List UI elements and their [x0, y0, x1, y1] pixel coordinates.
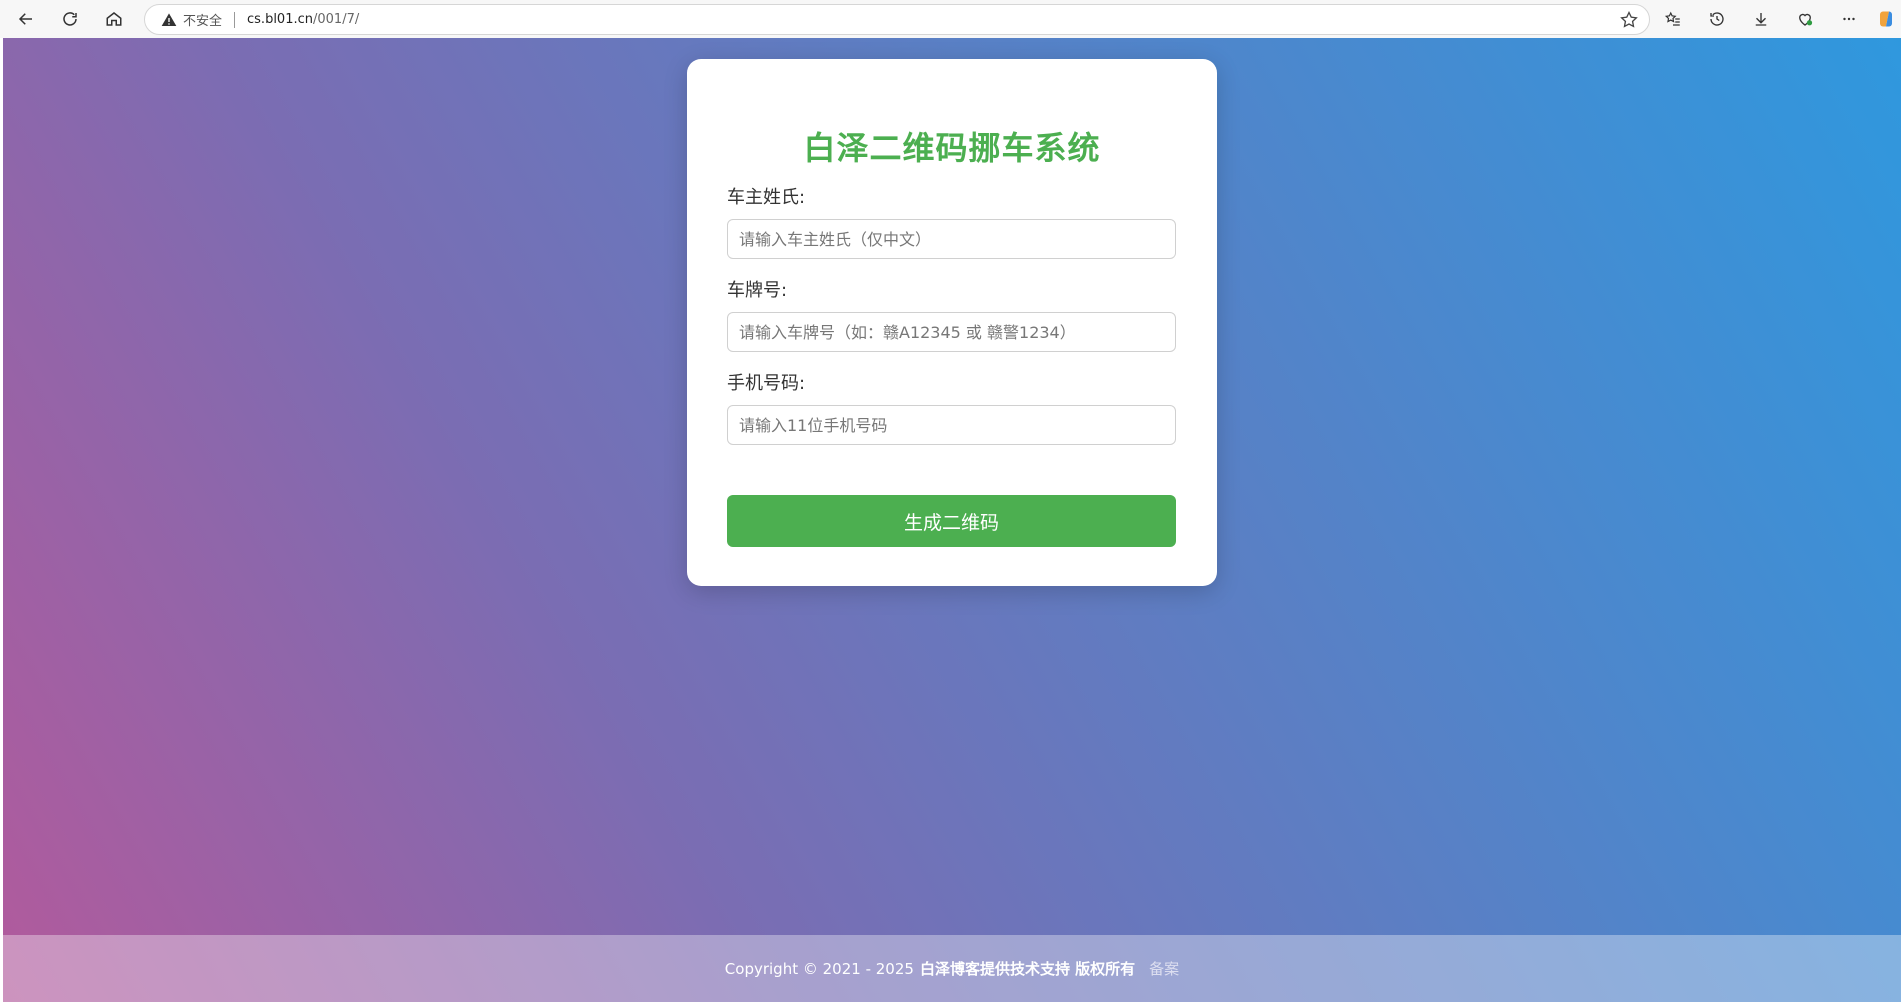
home-button[interactable] [100, 5, 128, 33]
surname-input[interactable] [727, 219, 1176, 259]
home-icon [106, 12, 122, 26]
history-icon [1710, 12, 1724, 26]
favorites-list-icon [1664, 11, 1680, 26]
generate-qrcode-button[interactable]: 生成二维码 [727, 495, 1176, 547]
browser-tools [1651, 0, 1901, 38]
refresh-icon [63, 12, 77, 26]
downloads-button[interactable] [1739, 0, 1783, 38]
extensions-button[interactable] [1783, 0, 1827, 38]
footer: Copyright © 2021 - 2025 白泽博客提供技术支持 版权所有 … [3, 935, 1901, 1002]
warning-icon [161, 12, 177, 26]
address-bar[interactable]: 不安全 cs.bl01.cn/001/7/ [144, 4, 1650, 35]
favorites-button[interactable] [1651, 0, 1695, 38]
not-secure-label: 不安全 [183, 14, 223, 29]
surname-label: 车主姓氏: [727, 187, 806, 208]
download-icon [1755, 13, 1767, 26]
footer-copyright: Copyright © 2021 - 2025 [724, 959, 914, 978]
heart-pulse-icon [1799, 13, 1813, 26]
phone-label: 手机号码: [727, 373, 806, 394]
browser-toolbar: 不安全 cs.bl01.cn/001/7/ [0, 0, 1901, 38]
page-background: 白泽二维码挪车系统 车主姓氏: 车牌号: 手机号码: 生成二维码 Copyrig… [3, 38, 1901, 1002]
footer-beian-link[interactable]: 备案 [1149, 958, 1179, 979]
phone-input[interactable] [727, 405, 1176, 445]
more-menu-button[interactable] [1827, 0, 1871, 38]
back-button[interactable] [12, 5, 40, 33]
address-divider [234, 11, 236, 28]
back-arrow-icon [18, 13, 32, 25]
more-dots-icon [1843, 17, 1855, 21]
history-button[interactable] [1695, 0, 1739, 38]
copilot-button[interactable] [1871, 0, 1901, 38]
plate-label: 车牌号: [727, 280, 788, 301]
refresh-button[interactable] [56, 5, 84, 33]
url-path: /001/7/ [313, 12, 360, 27]
page-title: 白泽二维码挪车系统 [803, 129, 1101, 167]
form-card: 白泽二维码挪车系统 车主姓氏: 车牌号: 手机号码: 生成二维码 [687, 59, 1217, 586]
url-host: cs.bl01.cn [247, 12, 313, 27]
favorite-star-icon[interactable] [1619, 10, 1639, 30]
plate-number-input[interactable] [727, 312, 1176, 352]
copilot-icon [1880, 11, 1892, 27]
footer-support-text: 白泽博客提供技术支持 版权所有 [919, 960, 1136, 978]
